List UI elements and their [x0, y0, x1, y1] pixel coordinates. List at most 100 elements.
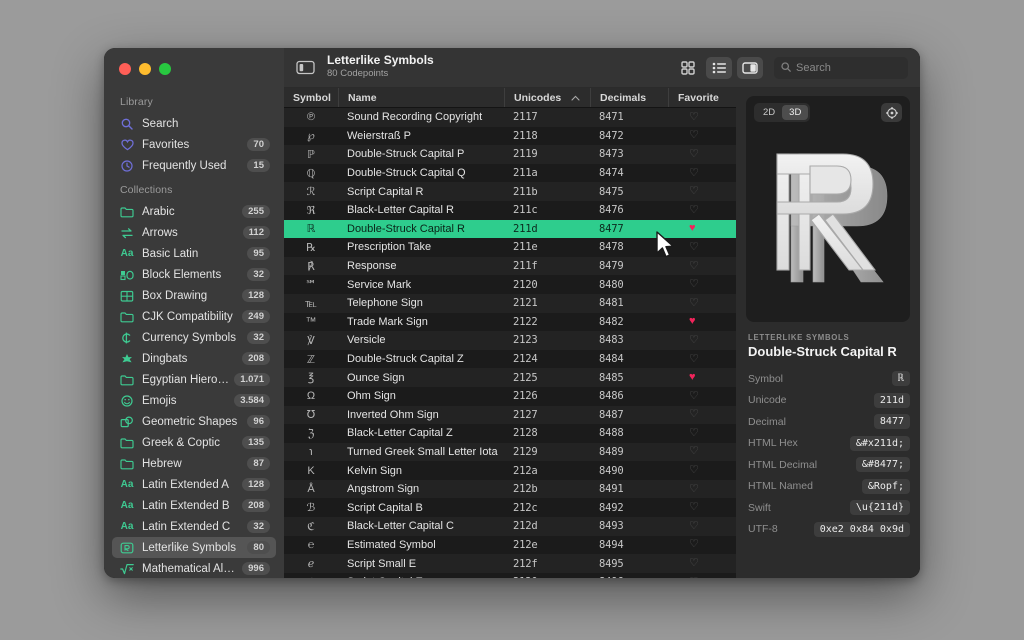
sidebar-item-latin-extended-a[interactable]: AaLatin Extended A128: [112, 474, 276, 495]
table-row[interactable]: ΩOhm Sign21268486♡: [284, 387, 736, 406]
heart-outline-icon[interactable]: ♡: [689, 168, 699, 179]
table-row[interactable]: ℝDouble-Struck Capital R211d8477♥: [284, 220, 736, 239]
cell-favorite[interactable]: ♡: [668, 164, 736, 183]
table-row[interactable]: KKelvin Sign212a8490♡: [284, 461, 736, 480]
cell-favorite[interactable]: ♡: [668, 127, 736, 146]
heart-outline-icon[interactable]: ♡: [689, 242, 699, 253]
cell-favorite[interactable]: ♡: [668, 536, 736, 555]
heart-outline-icon[interactable]: ♡: [689, 391, 699, 402]
heart-outline-icon[interactable]: ♡: [689, 130, 699, 141]
heart-outline-icon[interactable]: ♡: [689, 186, 699, 197]
heart-outline-icon[interactable]: ♡: [689, 261, 699, 272]
sidebar-item-geometric-shapes[interactable]: Geometric Shapes96: [112, 411, 276, 432]
cell-favorite[interactable]: ♥: [668, 368, 736, 387]
table-row[interactable]: ℥Ounce Sign21258485♥: [284, 368, 736, 387]
cell-favorite[interactable]: ♡: [668, 498, 736, 517]
table-row[interactable]: ℛScript Capital R211b8475♡: [284, 182, 736, 201]
table-row[interactable]: ℟Response211f8479♡: [284, 257, 736, 276]
table-row[interactable]: ℗Sound Recording Copyright21178471♡: [284, 108, 736, 127]
table-row[interactable]: ℚDouble-Struck Capital Q211a8474♡: [284, 164, 736, 183]
table-row[interactable]: ℘Weierstraß P21188472♡: [284, 127, 736, 146]
heart-outline-icon[interactable]: ♡: [689, 205, 699, 216]
sidebar-item-emojis[interactable]: Emojis3.584: [112, 390, 276, 411]
sidebar-item-favorites[interactable]: Favorites70: [112, 134, 276, 155]
preview-settings-button[interactable]: [881, 103, 902, 122]
search-box[interactable]: [774, 57, 908, 79]
cell-favorite[interactable]: ♡: [668, 573, 736, 578]
sidebar-item-currency-symbols[interactable]: Currency Symbols32: [112, 327, 276, 348]
heart-outline-icon[interactable]: ♡: [689, 335, 699, 346]
sidebar-toggle-icon[interactable]: [296, 59, 315, 76]
cell-favorite[interactable]: ♡: [668, 257, 736, 276]
sidebar-item-mathematical-alphanu[interactable]: Mathematical Alphanu…996: [112, 558, 276, 578]
column-header-symbol[interactable]: Symbol: [284, 88, 338, 107]
cell-favorite[interactable]: ♡: [668, 108, 736, 127]
heart-filled-icon[interactable]: ♥: [689, 316, 696, 327]
heart-outline-icon[interactable]: ♡: [689, 428, 699, 439]
sidebar-item-search[interactable]: Search: [112, 113, 276, 134]
heart-outline-icon[interactable]: ♡: [689, 298, 699, 309]
column-header-favorite[interactable]: Favorite: [668, 88, 736, 107]
table-row[interactable]: ℜBlack-Letter Capital R211c8476♡: [284, 201, 736, 220]
table-row[interactable]: ™Trade Mark Sign21228482♥: [284, 313, 736, 332]
grid-view-button[interactable]: [675, 57, 701, 79]
heart-outline-icon[interactable]: ♡: [689, 112, 699, 123]
detail-property-value[interactable]: ℝ: [892, 371, 910, 386]
sidebar-item-letterlike-symbols[interactable]: Letterlike Symbols80: [112, 537, 276, 558]
heart-outline-icon[interactable]: ♡: [689, 484, 699, 495]
toggle-3d[interactable]: 3D: [782, 105, 808, 120]
column-header-unicodes[interactable]: Unicodes: [504, 88, 590, 107]
cell-favorite[interactable]: ♡: [668, 294, 736, 313]
cell-favorite[interactable]: ♡: [668, 443, 736, 462]
sidebar-item-dingbats[interactable]: Dingbats208: [112, 348, 276, 369]
list-view-button[interactable]: [706, 57, 732, 79]
heart-outline-icon[interactable]: ♡: [689, 465, 699, 476]
sidebar-item-hebrew[interactable]: Hebrew87: [112, 453, 276, 474]
table-row[interactable]: ℰScript Capital E21308496♡: [284, 573, 736, 578]
table-row[interactable]: ℧Inverted Ohm Sign21278487♡: [284, 406, 736, 425]
sidebar-item-box-drawing[interactable]: Box Drawing128: [112, 285, 276, 306]
column-header-decimals[interactable]: Decimals: [590, 88, 668, 107]
detail-property-value[interactable]: 0xe2 0x84 0x9d: [814, 522, 910, 537]
sidebar-item-block-elements[interactable]: Block Elements32: [112, 264, 276, 285]
table-row[interactable]: ℯScript Small E212f8495♡: [284, 554, 736, 573]
sidebar-item-basic-latin[interactable]: AaBasic Latin95: [112, 243, 276, 264]
cell-favorite[interactable]: ♡: [668, 350, 736, 369]
heart-outline-icon[interactable]: ♡: [689, 354, 699, 365]
heart-outline-icon[interactable]: ♡: [689, 577, 699, 578]
table-row[interactable]: ℤDouble-Struck Capital Z21248484♡: [284, 350, 736, 369]
table-row[interactable]: ℬScript Capital B212c8492♡: [284, 498, 736, 517]
sidebar-item-arrows[interactable]: Arrows112: [112, 222, 276, 243]
cell-favorite[interactable]: ♡: [668, 424, 736, 443]
table-row[interactable]: ℞Prescription Take211e8478♡: [284, 238, 736, 257]
cell-favorite[interactable]: ♡: [668, 275, 736, 294]
heart-outline-icon[interactable]: ♡: [689, 279, 699, 290]
table-body[interactable]: ℗Sound Recording Copyright21178471♡℘Weie…: [284, 108, 736, 578]
cell-favorite[interactable]: ♡: [668, 238, 736, 257]
cell-favorite[interactable]: ♡: [668, 387, 736, 406]
sidebar-item-egyptian-hieroglyphs[interactable]: Egyptian Hieroglyphs1.071: [112, 369, 276, 390]
heart-outline-icon[interactable]: ♡: [689, 409, 699, 420]
sidebar-item-latin-extended-c[interactable]: AaLatin Extended C32: [112, 516, 276, 537]
detail-property-value[interactable]: 211d: [874, 393, 910, 408]
sidebar-item-arabic[interactable]: Arabic255: [112, 201, 276, 222]
heart-outline-icon[interactable]: ♡: [689, 558, 699, 569]
heart-outline-icon[interactable]: ♡: [689, 539, 699, 550]
cell-favorite[interactable]: ♡: [668, 406, 736, 425]
cell-favorite[interactable]: ♡: [668, 554, 736, 573]
cell-favorite[interactable]: ♡: [668, 182, 736, 201]
sidebar-item-frequently-used[interactable]: Frequently Used15: [112, 155, 276, 176]
table-row[interactable]: ℙDouble-Struck Capital P21198473♡: [284, 145, 736, 164]
table-row[interactable]: ℭBlack-Letter Capital C212d8493♡: [284, 517, 736, 536]
search-input[interactable]: [796, 62, 901, 74]
detail-property-value[interactable]: &#8477;: [856, 457, 910, 472]
heart-filled-icon[interactable]: ♥: [689, 372, 696, 383]
dimension-toggle[interactable]: 2D 3D: [754, 103, 810, 122]
close-button[interactable]: [119, 63, 131, 75]
cell-favorite[interactable]: ♡: [668, 331, 736, 350]
heart-outline-icon[interactable]: ♡: [689, 149, 699, 160]
detail-property-value[interactable]: &#x211d;: [850, 436, 910, 451]
detail-property-value[interactable]: 8477: [874, 414, 910, 429]
minimize-button[interactable]: [139, 63, 151, 75]
maximize-button[interactable]: [159, 63, 171, 75]
